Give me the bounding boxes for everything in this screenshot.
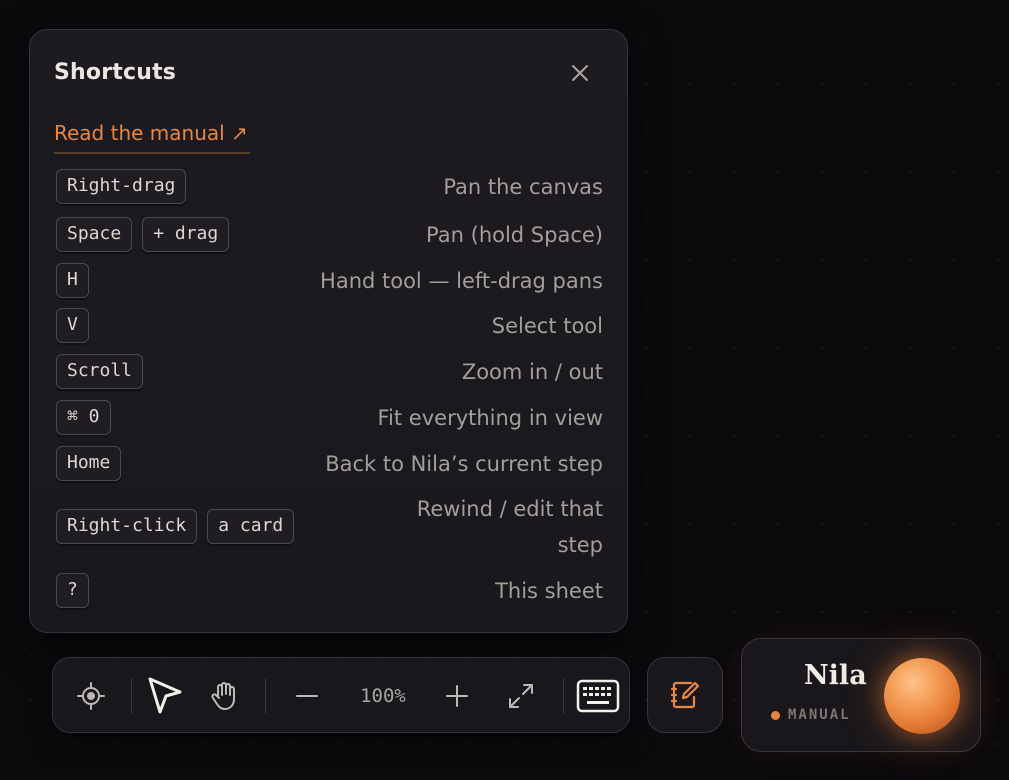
- notebook-edit-icon: [670, 681, 700, 709]
- key-cap: H: [56, 263, 89, 298]
- close-button[interactable]: [568, 61, 592, 85]
- shortcut-description: Zoom in / out: [461, 360, 603, 384]
- shortcut-description: Back to Nila’s current step: [325, 452, 603, 476]
- key-cap: Right-drag: [56, 169, 187, 204]
- shortcut-row: Home Back to Nila’s current step: [30, 446, 629, 486]
- key-cap: Space: [56, 217, 133, 252]
- toolbar-divider: [563, 678, 564, 714]
- hand-tool-button[interactable]: [205, 658, 243, 734]
- shortcut-description: Hand tool — left-drag pans: [320, 269, 603, 293]
- key-cap: ⌘ 0: [56, 400, 111, 435]
- agent-mode-label: MANUAL: [788, 707, 851, 723]
- canvas-toolbar: 100%: [52, 657, 630, 733]
- select-pointer-icon: [148, 677, 182, 714]
- shortcut-row: Space + drag Pan (hold Space): [30, 217, 629, 257]
- zoom-out-button[interactable]: [289, 658, 325, 734]
- close-icon: [572, 65, 588, 81]
- shortcut-row: H Hand tool — left-drag pans: [30, 263, 629, 303]
- fit-view-button[interactable]: [503, 658, 539, 734]
- fit-view-icon: [509, 684, 533, 708]
- key-cap: V: [56, 308, 89, 343]
- agent-name: Nila: [804, 660, 867, 691]
- shortcut-description: Select tool: [491, 314, 603, 338]
- key-cap: Right-click: [56, 509, 198, 544]
- status-dot: [771, 710, 780, 720]
- locate-button[interactable]: [73, 658, 109, 734]
- keyboard-shortcuts-button[interactable]: [573, 658, 623, 734]
- zoom-in-button[interactable]: [439, 658, 475, 734]
- agent-mode: MANUAL: [771, 707, 851, 723]
- key-cap: Home: [56, 446, 122, 481]
- shortcuts-panel: Shortcuts Read the manual ↗ Right-drag P…: [29, 29, 628, 633]
- toolbar-divider: [131, 678, 132, 714]
- key-cap: + drag: [142, 217, 230, 252]
- locate-icon: [77, 682, 105, 710]
- key-cap: ?: [56, 573, 89, 608]
- key-cap: a card: [207, 509, 295, 544]
- notes-button[interactable]: [647, 657, 723, 733]
- toolbar-divider: [265, 678, 266, 714]
- shortcut-description: This sheet: [495, 579, 603, 603]
- shortcut-description: Rewind / edit that step: [416, 497, 603, 557]
- shortcut-row: ⌘ 0 Fit everything in view: [30, 400, 629, 440]
- shortcut-row: Scroll Zoom in / out: [30, 354, 629, 394]
- zoom-level[interactable]: 100%: [347, 658, 419, 734]
- hand-tool-icon: [211, 682, 235, 710]
- shortcut-description: Pan the canvas: [443, 175, 603, 199]
- zoom-in-icon: [446, 685, 468, 707]
- shortcut-row: ? This sheet: [30, 573, 629, 613]
- agent-status-card[interactable]: Nila MANUAL: [741, 638, 981, 752]
- read-manual-link[interactable]: Read the manual ↗: [54, 121, 250, 154]
- shortcut-description: Fit everything in view: [377, 406, 604, 430]
- shortcut-row: Right-drag Pan the canvas: [30, 169, 629, 209]
- panel-title: Shortcuts: [54, 60, 177, 85]
- zoom-out-icon: [296, 695, 318, 697]
- key-cap: Scroll: [56, 354, 144, 389]
- keyboard-icon: [576, 679, 620, 713]
- select-tool-button[interactable]: [145, 658, 185, 734]
- agent-avatar-orb[interactable]: [884, 658, 960, 734]
- shortcut-row: Right-click a card Rewind / edit that st…: [30, 491, 629, 565]
- shortcut-description: Pan (hold Space): [426, 223, 603, 247]
- shortcut-row: V Select tool: [30, 308, 629, 348]
